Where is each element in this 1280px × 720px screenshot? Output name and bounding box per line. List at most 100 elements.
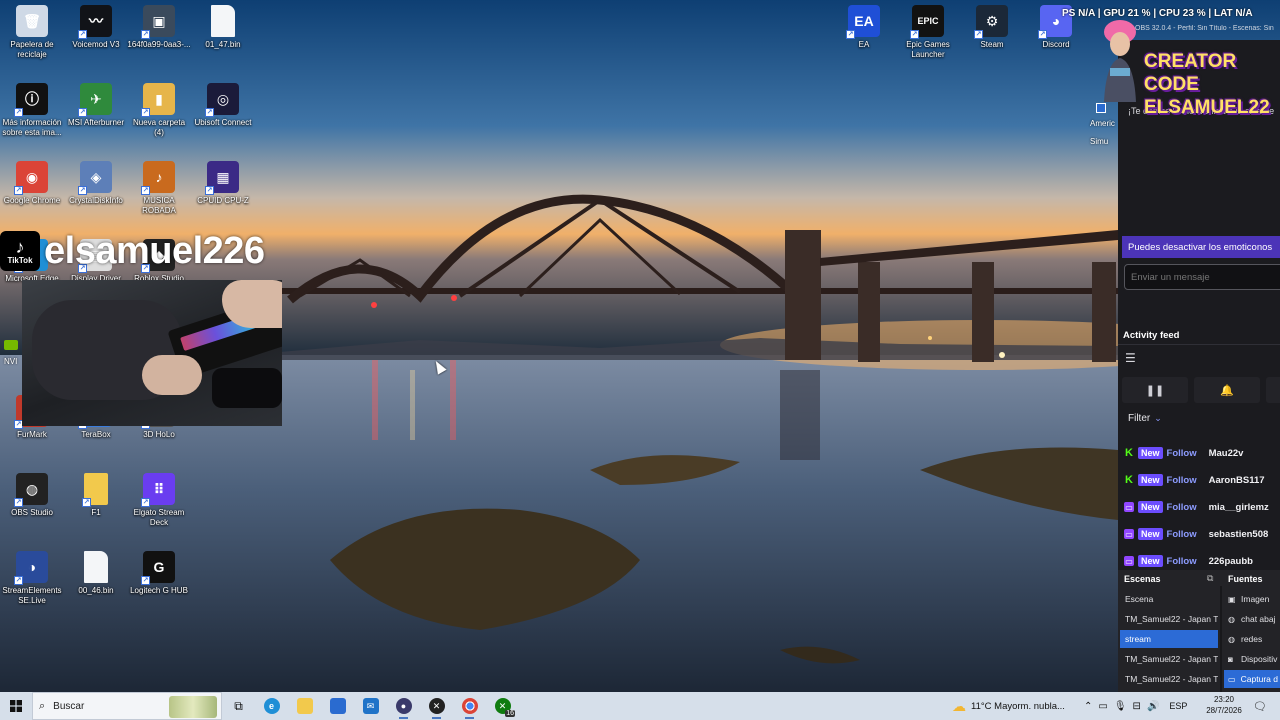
event-type: Follow xyxy=(1166,555,1197,567)
desktop-icon[interactable]: ▦ ↗ CPUID CPU-Z xyxy=(191,161,255,206)
taskbar-mail[interactable]: ✉ xyxy=(354,692,387,720)
desktop-icon[interactable]: 🗑 Papelera de reciclaje xyxy=(0,5,64,60)
source-label: Captura d xyxy=(1240,674,1278,684)
shortcut-arrow-icon: ↗ xyxy=(82,498,91,507)
monitor-icon: ▭ xyxy=(1228,674,1236,684)
desktop-icon-label: Elgato Stream Deck xyxy=(133,508,185,527)
music-folder-icon: ♪ ↗ xyxy=(141,161,175,195)
search-highlight-image xyxy=(169,696,217,718)
source-item[interactable]: ▣ Imagen xyxy=(1224,590,1280,608)
scenes-dock-title: Escenas xyxy=(1124,574,1161,584)
crystaldisk-icon: ◈ ↗ xyxy=(78,161,112,195)
taskbar-chrome[interactable] xyxy=(453,692,486,720)
taskbar-store[interactable] xyxy=(321,692,354,720)
desktop-icon[interactable]: 01_47.bin xyxy=(191,5,255,50)
desktop-icon[interactable]: ⠿ ↗ Elgato Stream Deck xyxy=(127,473,191,528)
microphone-icon[interactable]: 🎙 xyxy=(1114,701,1127,712)
taskbar-streamelements[interactable]: ✕ xyxy=(420,692,453,720)
desktop-icon[interactable]: 00_46.bin xyxy=(64,551,128,596)
desktop-icon[interactable]: ◍ ↗ OBS Studio xyxy=(0,473,64,518)
activity-event-row[interactable]: ▭ New Follow 226paubb xyxy=(1124,553,1253,569)
desktop-icon[interactable]: ↗ F1 xyxy=(64,473,128,518)
desktop-icon[interactable]: 〰 ↗ Voicemod V3 xyxy=(64,5,128,50)
desktop-icon-label: Steam xyxy=(980,40,1004,49)
chevron-up-icon[interactable]: ⌃ xyxy=(1084,701,1092,712)
desktop-icon-label: Google Chrome xyxy=(3,196,61,205)
start-button[interactable] xyxy=(0,692,32,720)
desktop-icon-american-partial[interactable]: Americ Simu xyxy=(1090,103,1118,149)
desktop-icon[interactable]: ⚙ ↗ Steam xyxy=(960,5,1024,50)
filter-dropdown[interactable]: Filter ⌄ xyxy=(1128,413,1162,424)
event-username: AaronBS117 xyxy=(1208,474,1265,486)
desktop-icon[interactable]: ♪ ↗ MUSICA ROBADA xyxy=(127,161,191,216)
info-icon: ⓘ ↗ xyxy=(14,83,48,117)
language-indicator[interactable]: ESP xyxy=(1169,701,1187,711)
streamelements-icon: ◑ ↗ xyxy=(14,551,48,585)
chat-message-input[interactable] xyxy=(1124,264,1280,290)
source-item[interactable]: ◍ chat abaj xyxy=(1224,610,1280,628)
desktop-icon[interactable]: ▮ ↗ Nueva carpeta (4) xyxy=(127,83,191,138)
source-item[interactable]: ◙ Dispositiv xyxy=(1224,650,1280,668)
desktop-icon[interactable]: ⓘ ↗ Más información sobre esta ima... xyxy=(0,83,64,138)
taskbar-file-explorer[interactable] xyxy=(288,692,321,720)
shortcut-arrow-icon: ↗ xyxy=(78,108,87,117)
hamburger-menu-icon[interactable]: ☰ xyxy=(1125,351,1136,365)
volume-icon[interactable]: 🔊 xyxy=(1147,701,1159,712)
kick-icon: K xyxy=(1124,447,1134,459)
task-view-button[interactable]: ⧉ xyxy=(222,692,255,720)
emote-notice-banner[interactable]: Puedes desactivar los emoticonos xyxy=(1122,236,1280,258)
desktop-icon[interactable]: G ↗ Logitech G HUB xyxy=(127,551,191,596)
desktop-icon[interactable]: ◎ ↗ Ubisoft Connect xyxy=(191,83,255,128)
chrome-icon xyxy=(461,698,478,714)
desktop-icon-label: OBS Studio xyxy=(11,508,53,517)
desktop-icon[interactable]: ▣ ↗ 164f0a99-0aa3-... xyxy=(127,5,191,50)
activity-event-row[interactable]: ▭ New Follow mia__girlemz xyxy=(1124,499,1269,515)
notification-center-button[interactable]: 🗨 xyxy=(1252,698,1268,714)
desktop-icon[interactable]: ◑ ↗ StreamElements SE.Live xyxy=(0,551,64,606)
network-icon[interactable]: ⊟ xyxy=(1133,701,1141,712)
desktop-icon-nvidia-partial[interactable]: NVI xyxy=(4,340,22,366)
taskbar-search-box[interactable]: ⌕ Buscar xyxy=(32,692,222,720)
scene-item[interactable]: TM_Samuel22 - Japan Tl xyxy=(1120,610,1218,628)
desktop-icon[interactable]: ✈ ↗ MSI Afterburner xyxy=(64,83,128,128)
notification-button[interactable]: 🔔 xyxy=(1194,377,1260,403)
battery-saver-icon[interactable]: ▭ xyxy=(1098,701,1107,712)
scene-item[interactable]: TM_Samuel22 - Japan Tl xyxy=(1120,650,1218,668)
dock-float-icon[interactable]: ⧉ xyxy=(1207,573,1213,584)
chevron-down-icon: ⌄ xyxy=(1154,413,1162,423)
shortcut-arrow-icon: ↗ xyxy=(205,186,214,195)
taskbar-obs[interactable]: ● xyxy=(387,692,420,720)
recycle-bin-icon: 🗑 xyxy=(16,5,48,37)
logitech-icon: G ↗ xyxy=(141,551,175,585)
desktop-icon[interactable]: EA ↗ EA xyxy=(832,5,896,50)
taskbar-xbox[interactable]: ✕ 16 xyxy=(486,692,519,720)
desktop-icon[interactable]: ◈ ↗ CrystalDiskInfo xyxy=(64,161,128,206)
new-badge: New xyxy=(1138,555,1163,567)
shortcut-arrow-icon: ↗ xyxy=(14,186,23,195)
dock-divider[interactable] xyxy=(1220,586,1222,692)
activity-event-row[interactable]: K New Follow Mau22v xyxy=(1124,445,1243,461)
taskbar-clock[interactable]: 23:20 28/7/2026 xyxy=(1206,694,1242,716)
shortcut-arrow-icon: ↗ xyxy=(141,30,150,39)
desktop-icon[interactable]: EPIC ↗ Epic Games Launcher xyxy=(896,5,960,60)
more-button[interactable] xyxy=(1266,377,1280,403)
activity-event-row[interactable]: K New Follow AaronBS117 xyxy=(1124,472,1265,488)
new-badge: New xyxy=(1138,501,1163,513)
fortnite-character-image xyxy=(1104,20,1136,102)
source-item[interactable]: ◍ redes xyxy=(1224,630,1280,648)
search-placeholder: Buscar xyxy=(53,700,85,712)
scene-item[interactable]: Escena xyxy=(1120,590,1218,608)
edge-icon: e xyxy=(263,698,280,714)
source-item[interactable]: ▭ Captura d xyxy=(1224,670,1280,688)
desktop-icon[interactable]: ◉ ↗ Google Chrome xyxy=(0,161,64,206)
pause-icon: ❚❚ xyxy=(1145,384,1165,397)
scene-item[interactable]: stream xyxy=(1120,630,1218,648)
pause-button[interactable]: ❚❚ xyxy=(1122,377,1188,403)
scene-item[interactable]: TM_Samuel22 - Japan Tl xyxy=(1120,670,1218,688)
activity-event-row[interactable]: ▭ New Follow sebastien508 xyxy=(1124,526,1268,542)
globe-icon: ◍ xyxy=(1228,614,1235,624)
shortcut-arrow-icon: ↗ xyxy=(141,576,150,585)
taskbar-edge[interactable]: e xyxy=(255,692,288,720)
weather-widget[interactable]: ☁ 11°C Mayorm. nubla... xyxy=(952,692,1065,720)
shortcut-arrow-icon: ↗ xyxy=(14,498,23,507)
